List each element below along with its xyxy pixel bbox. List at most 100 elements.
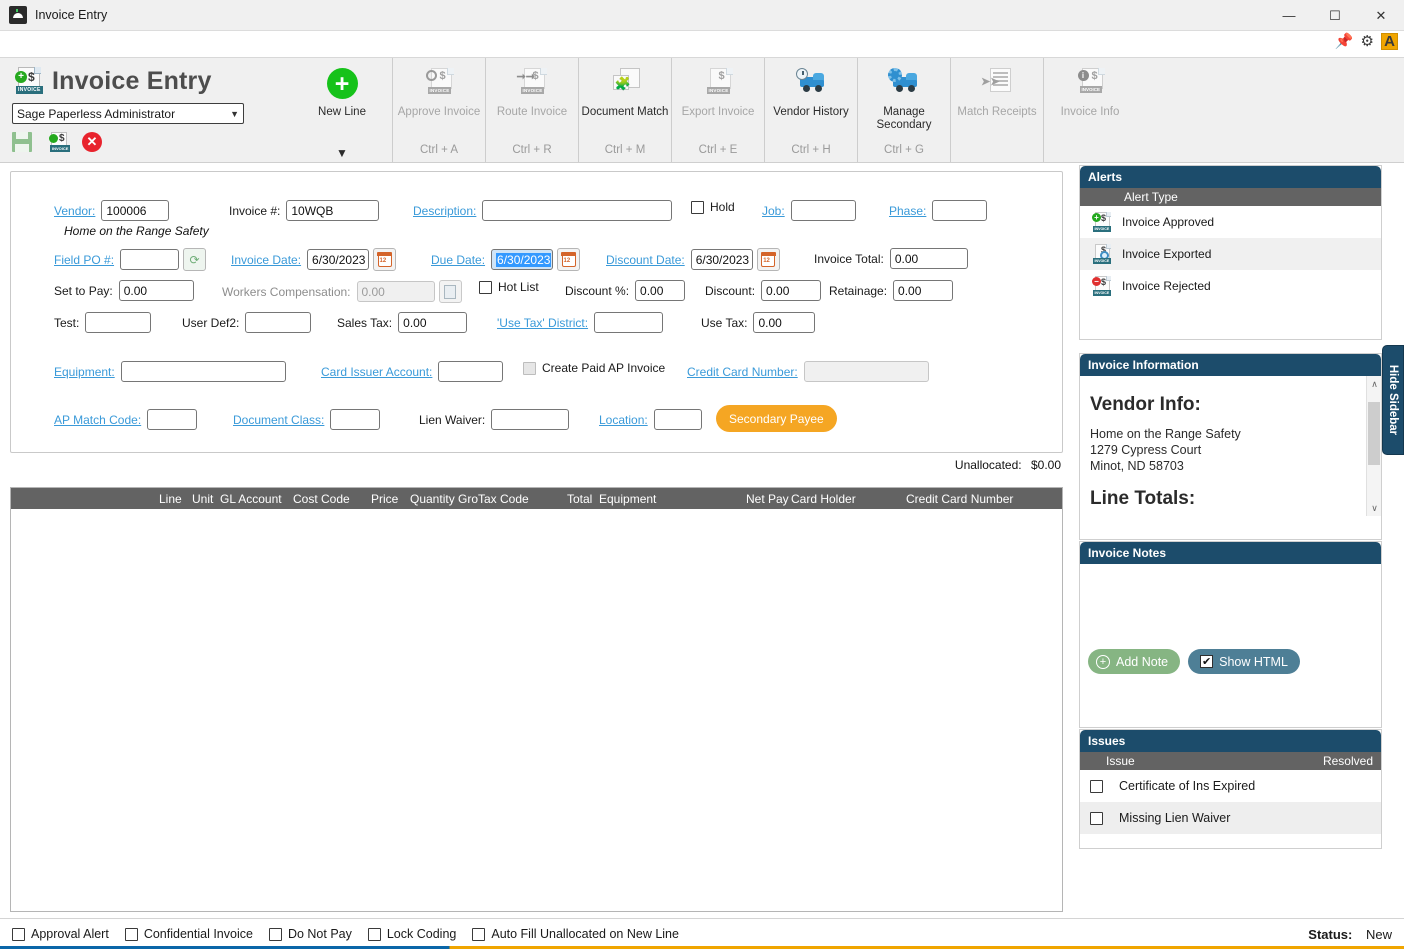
invoice-date-input[interactable]: 6/30/2023 — [307, 249, 370, 270]
col-quantity[interactable]: Quantity — [410, 492, 455, 506]
maximize-button[interactable]: ☐ — [1312, 0, 1358, 31]
show-html-checkbox[interactable]: ✔ — [1200, 655, 1214, 668]
description-input[interactable] — [482, 200, 673, 221]
col-credit-card-number[interactable]: Credit Card Number — [906, 492, 1013, 506]
card-issuer-label[interactable]: Card Issuer Account: — [321, 365, 432, 379]
auto-fill-unallocated-checkbox-group[interactable]: Auto Fill Unallocated on New Line — [472, 927, 679, 941]
location-input[interactable] — [653, 409, 702, 430]
phase-input[interactable] — [932, 200, 988, 221]
due-date-input[interactable]: 6/30/2023 — [491, 249, 554, 270]
invoice-date-label[interactable]: Invoice Date: — [231, 253, 301, 267]
due-date-label[interactable]: Due Date: — [431, 253, 485, 267]
equipment-label[interactable]: Equipment: — [54, 365, 115, 379]
col-total[interactable]: Total — [567, 492, 592, 506]
scrollbar-thumb[interactable] — [1368, 402, 1380, 465]
phase-label[interactable]: Phase: — [889, 204, 926, 218]
scroll-down-icon[interactable]: ∨ — [1367, 500, 1382, 516]
col-cost-code[interactable]: Cost Code — [293, 492, 350, 506]
pin-icon[interactable]: 📌 — [1335, 34, 1354, 49]
chevron-down-icon[interactable]: ▼ — [336, 146, 348, 160]
invoice-information-scrollbar[interactable]: ∧ ∨ — [1366, 376, 1381, 516]
job-label[interactable]: Job: — [762, 204, 785, 218]
show-html-toggle[interactable]: ✔ Show HTML — [1188, 649, 1300, 674]
hold-checkbox[interactable] — [691, 200, 704, 214]
hold-checkbox-group[interactable]: Hold — [691, 200, 735, 214]
approve-invoice-button[interactable]: $ INVOICE Approve Invoice Ctrl + A — [392, 58, 485, 162]
col-net-pay[interactable]: Net Pay — [746, 492, 789, 506]
export-invoice-button[interactable]: $ INVOICE Export Invoice Ctrl + E — [671, 58, 764, 162]
location-label[interactable]: Location: — [599, 413, 648, 427]
invoice-total-input[interactable]: 0.00 — [889, 248, 968, 269]
document-match-button[interactable]: 🧩 Document Match Ctrl + M — [578, 58, 671, 162]
approval-alert-checkbox-group[interactable]: Approval Alert — [12, 927, 109, 941]
card-issuer-input[interactable] — [438, 361, 504, 382]
lock-coding-checkbox-group[interactable]: Lock Coding — [367, 927, 456, 941]
col-unit[interactable]: Unit — [192, 492, 213, 506]
hot-list-group[interactable]: Hot List — [479, 280, 539, 294]
minimize-button[interactable]: — — [1266, 0, 1312, 31]
description-label[interactable]: Description: — [413, 204, 476, 218]
issues-col-resolved[interactable]: Resolved — [1323, 754, 1373, 768]
credit-card-number-label[interactable]: Credit Card Number: — [687, 365, 798, 379]
sales-tax-input[interactable]: 0.00 — [398, 312, 468, 333]
issue-row[interactable]: Certificate of Ins Expired — [1080, 770, 1381, 802]
new-line-button[interactable]: + New Line ▼ — [292, 58, 392, 162]
vendor-input[interactable]: 100006 — [101, 200, 170, 221]
discount-date-input[interactable]: 6/30/2023 — [690, 249, 753, 270]
alert-row[interactable]: $ INVOICE Invoice Exported — [1080, 238, 1381, 270]
ap-match-code-label[interactable]: AP Match Code: — [54, 413, 141, 427]
ap-match-code-input[interactable] — [147, 409, 198, 430]
confidential-invoice-checkbox-group[interactable]: Confidential Invoice — [124, 927, 253, 941]
discount-date-calendar-icon[interactable]: 12 — [756, 248, 780, 271]
col-gro[interactable]: Gro — [458, 492, 478, 506]
use-tax-district-input[interactable] — [594, 312, 664, 333]
col-card-holder[interactable]: Card Holder — [791, 492, 856, 506]
add-note-button[interactable]: + Add Note — [1088, 649, 1181, 674]
match-receipts-button[interactable]: ➤➤ Match Receipts — [950, 58, 1043, 162]
discount-date-label[interactable]: Discount Date: — [606, 253, 685, 267]
equipment-input[interactable] — [120, 361, 286, 382]
confidential-invoice-checkbox[interactable] — [124, 927, 138, 941]
lien-waiver-input[interactable] — [491, 409, 570, 430]
discount-pct-input[interactable]: 0.00 — [635, 280, 686, 301]
scroll-up-icon[interactable]: ∧ — [1367, 376, 1382, 392]
invoice-info-button[interactable]: i $ INVOICE Invoice Info — [1043, 58, 1136, 162]
field-po-input[interactable] — [120, 249, 180, 270]
save-invoice-icon[interactable]: $ INVOICE — [47, 132, 71, 154]
invoice-date-calendar-icon[interactable]: 12 — [373, 248, 397, 271]
secondary-payee-button[interactable]: Secondary Payee — [716, 405, 837, 432]
issue-row[interactable]: Missing Lien Waiver — [1080, 802, 1381, 834]
set-to-pay-input[interactable]: 0.00 — [118, 280, 194, 301]
retainage-input[interactable]: 0.00 — [893, 280, 954, 301]
alert-row[interactable]: + $ INVOICE Invoice Approved — [1080, 206, 1381, 238]
user-def2-input[interactable] — [245, 312, 312, 333]
about-badge-icon[interactable]: A — [1381, 33, 1398, 50]
alert-row[interactable]: − $ INVOICE Invoice Rejected — [1080, 270, 1381, 302]
col-line[interactable]: Line — [159, 492, 182, 506]
vendor-label[interactable]: Vendor: — [54, 204, 95, 218]
document-class-label[interactable]: Document Class: — [233, 413, 324, 427]
calculator-icon[interactable] — [438, 280, 462, 303]
hide-sidebar-button[interactable]: Hide Sidebar — [1382, 345, 1404, 455]
alerts-col-type[interactable]: Alert Type — [1124, 190, 1178, 204]
do-not-pay-checkbox-group[interactable]: Do Not Pay — [268, 927, 352, 941]
col-equipment[interactable]: Equipment — [599, 492, 656, 506]
hot-list-checkbox[interactable] — [479, 280, 492, 294]
invoice-number-input[interactable]: 10WQB — [286, 200, 380, 221]
issue-resolved-checkbox[interactable] — [1090, 811, 1103, 825]
manage-secondary-button[interactable]: Manage Secondary Ctrl + G — [857, 58, 950, 162]
use-tax-input[interactable]: 0.00 — [753, 312, 816, 333]
lock-coding-checkbox[interactable] — [367, 927, 381, 941]
issue-resolved-checkbox[interactable] — [1090, 779, 1103, 793]
close-button[interactable]: ✕ — [1358, 0, 1404, 31]
use-tax-district-label[interactable]: 'Use Tax' District: — [497, 316, 588, 330]
cancel-icon[interactable]: ✕ — [82, 132, 104, 154]
col-tax-code[interactable]: Tax Code — [478, 492, 529, 506]
auto-fill-unallocated-checkbox[interactable] — [472, 927, 486, 941]
do-not-pay-checkbox[interactable] — [268, 927, 282, 941]
create-paid-ap-group[interactable]: Create Paid AP Invoice — [523, 361, 665, 375]
save-icon[interactable] — [12, 132, 34, 154]
test-input[interactable] — [85, 312, 152, 333]
vendor-history-button[interactable]: Vendor History Ctrl + H — [764, 58, 857, 162]
gear-icon[interactable]: ⚙ — [1361, 34, 1374, 49]
